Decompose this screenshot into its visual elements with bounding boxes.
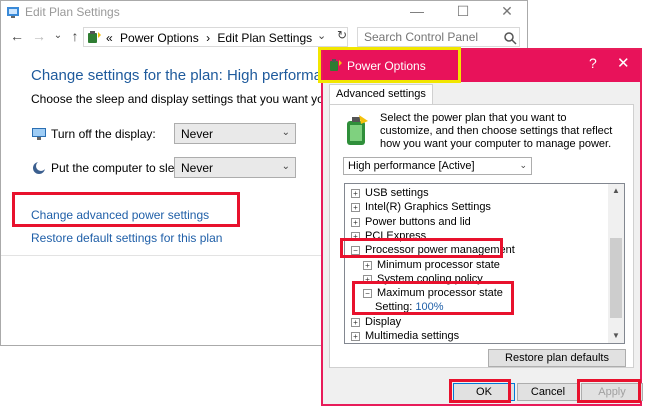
advanced-link-highlight	[12, 192, 240, 227]
breadcrumb-edit-plan-settings[interactable]: Edit Plan Settings	[217, 31, 312, 45]
title-highlight	[318, 47, 461, 83]
ok-button-highlight	[449, 379, 511, 403]
help-button[interactable]: ?	[589, 55, 597, 71]
power-plan-value: High performance [Active]	[348, 160, 475, 172]
maximum-processor-state-highlight	[352, 281, 514, 315]
chevron-down-icon: ⌄	[519, 160, 527, 170]
expand-icon[interactable]: +	[351, 189, 360, 198]
display-off-setting: Turn off the display: Never ⌄	[31, 123, 301, 145]
tree-item-label: Multimedia settings	[365, 330, 460, 342]
restore-plan-defaults-button[interactable]: Restore plan defaults	[488, 349, 626, 367]
sleep-dropdown[interactable]: Never ⌄	[174, 157, 296, 178]
search-input[interactable]	[357, 27, 520, 47]
control-panel-icon	[7, 7, 19, 18]
forward-arrow-icon[interactable]: →	[31, 28, 47, 44]
tree-item[interactable]: + Multimedia settings	[351, 330, 460, 343]
refresh-icon[interactable]: ↻	[334, 27, 350, 43]
chevron-down-icon: ⌄	[281, 161, 290, 172]
minimize-button[interactable]: —	[395, 1, 439, 23]
page-title: Change settings for the plan: High perfo…	[31, 67, 347, 84]
sleep-setting: Put the computer to sleep: Never ⌄	[31, 157, 301, 179]
search-icon[interactable]	[503, 31, 517, 45]
sleep-label: Put the computer to sleep:	[51, 161, 192, 175]
tree-item-label: Minimum processor state	[377, 258, 500, 271]
power-plan-dropdown[interactable]: High performance [Active] ⌄	[343, 157, 532, 175]
tree-item-label: Display	[365, 315, 402, 328]
display-off-label: Turn off the display:	[51, 127, 156, 141]
apply-button-highlight	[577, 379, 641, 403]
expand-icon[interactable]: +	[351, 217, 360, 227]
advanced-settings-panel: Select the power plan that you want to c…	[329, 104, 634, 368]
address-dropdown-icon[interactable]: ⌄	[317, 29, 326, 42]
scrollbar-thumb[interactable]	[610, 238, 622, 318]
close-button[interactable]: ✕	[617, 54, 630, 72]
processor-power-highlight	[340, 238, 503, 258]
tree-item-label: Power buttons and lid	[365, 215, 471, 228]
expand-icon[interactable]: +	[363, 260, 372, 270]
monitor-icon	[32, 128, 46, 140]
tree-item[interactable]: + Power buttons and lid	[351, 216, 471, 230]
up-arrow-icon[interactable]: ↑	[67, 28, 83, 44]
tree-item[interactable]: + USB settings	[351, 187, 429, 201]
tree-item[interactable]: + Display	[351, 316, 401, 330]
tree-item-label: USB settings	[365, 187, 429, 199]
cancel-button[interactable]: Cancel	[517, 383, 579, 401]
tree-item-label: Intel(R) Graphics Settings	[365, 201, 491, 214]
moon-icon	[33, 161, 46, 174]
scroll-down-icon[interactable]: ▼	[608, 329, 624, 343]
expand-icon[interactable]: +	[351, 317, 360, 327]
maximize-button[interactable]: ☐	[441, 1, 485, 23]
tab-advanced-settings[interactable]: Advanced settings	[329, 84, 433, 105]
sleep-value: Never	[181, 161, 214, 175]
back-arrow-icon[interactable]: ←	[9, 28, 25, 44]
display-off-value: Never	[181, 127, 214, 141]
display-off-dropdown[interactable]: Never ⌄	[174, 123, 296, 144]
edit-window-title: Edit Plan Settings	[25, 5, 120, 19]
scroll-up-icon[interactable]: ▲	[608, 184, 624, 198]
breadcrumb-power-options[interactable]: Power Options	[120, 31, 199, 45]
power-options-dialog: Power Options ? ✕ Advanced settings Sele…	[318, 47, 643, 406]
power-dialog-titlebar[interactable]: Power Options ? ✕	[318, 47, 640, 83]
advanced-description: Select the power plan that you want to c…	[380, 112, 613, 150]
battery-icon	[347, 115, 368, 145]
address-prefix: «	[106, 31, 113, 45]
recent-dropdown-icon[interactable]: ⌄	[50, 28, 66, 44]
power-options-icon	[88, 31, 101, 43]
settings-tree[interactable]: + USB settings + Intel(R) Graphics Settings…	[344, 183, 625, 344]
tree-item[interactable]: + Intel(R) Graphics Settings	[351, 201, 491, 215]
expand-icon[interactable]: +	[351, 332, 360, 341]
tree-item[interactable]: + Minimum processor state	[363, 259, 500, 273]
breadcrumb-separator: ›	[206, 31, 211, 45]
edit-window-titlebar[interactable]: Edit Plan Settings — ☐ ✕	[1, 1, 527, 23]
tree-scrollbar[interactable]: ▲ ▼	[608, 184, 624, 343]
address-bar[interactable]: « Power Options › Edit Plan Settings ⌄	[83, 27, 348, 47]
close-button[interactable]: ✕	[485, 1, 529, 23]
expand-icon[interactable]: +	[351, 203, 360, 213]
restore-default-settings-link[interactable]: Restore default settings for this plan	[31, 231, 222, 245]
chevron-down-icon: ⌄	[281, 127, 290, 138]
divider	[1, 255, 321, 256]
